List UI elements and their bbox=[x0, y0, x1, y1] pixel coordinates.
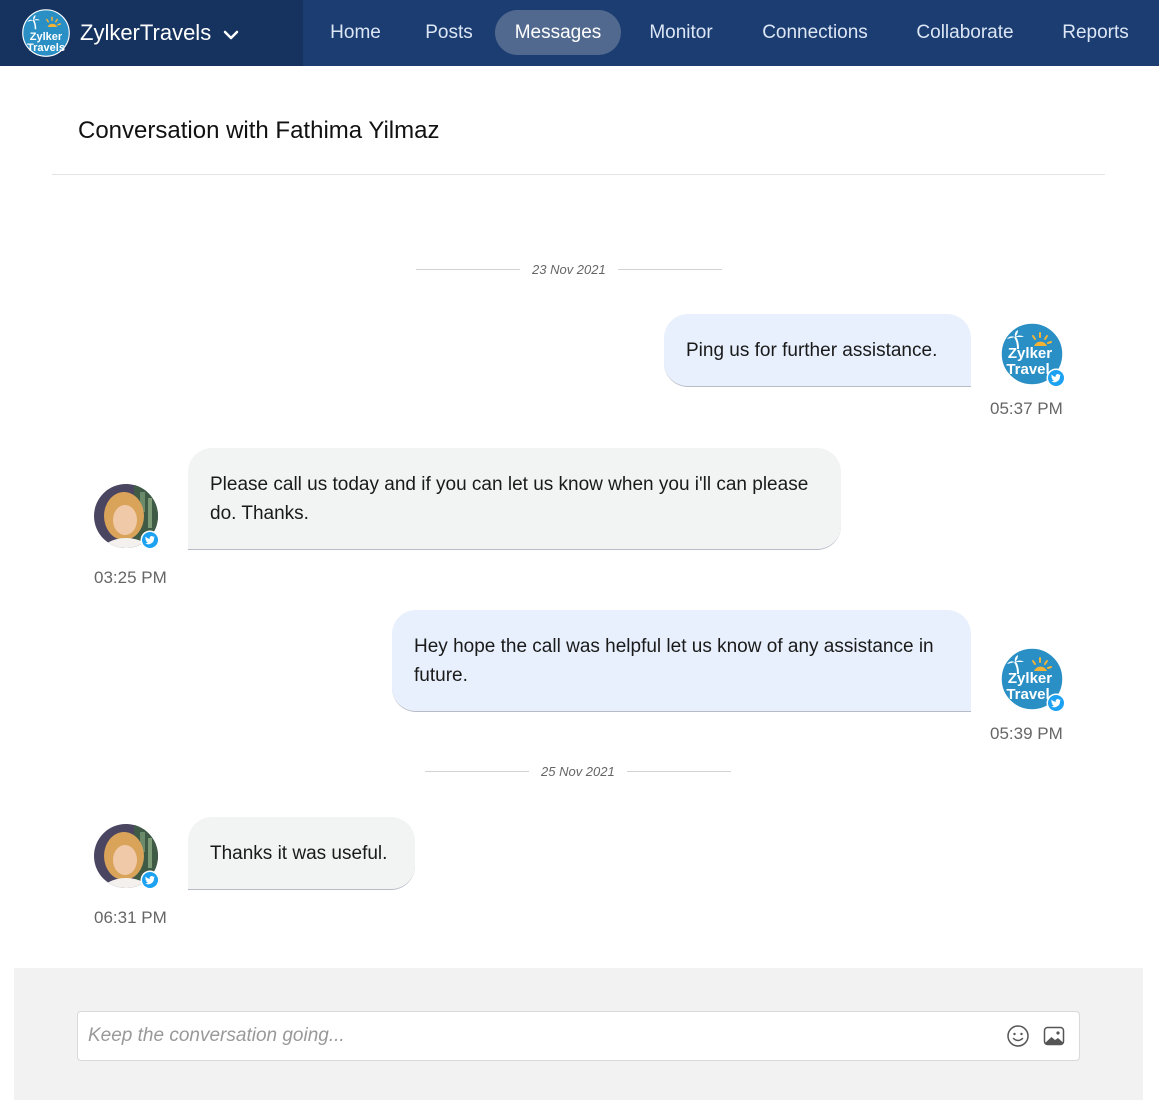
svg-text:Zylker: Zylker bbox=[1008, 345, 1052, 362]
chevron-down-icon bbox=[223, 30, 239, 40]
message-text: Please call us today and if you can let … bbox=[210, 474, 809, 524]
nav-monitor[interactable]: Monitor bbox=[632, 10, 730, 55]
brand-logo-text-2: Travels bbox=[27, 42, 65, 54]
twitter-icon bbox=[1046, 368, 1066, 388]
nav-messages[interactable]: Messages bbox=[495, 10, 621, 55]
brand-avatar: Zylker Travel bbox=[1000, 647, 1066, 713]
message-text: Hey hope the call was helpful let us kno… bbox=[414, 636, 934, 686]
brand-logo-icon: Zylker Travels bbox=[22, 9, 70, 57]
twitter-icon bbox=[140, 530, 160, 550]
top-navigation-bar: Zylker Travels ZylkerTravels Home Posts … bbox=[0, 0, 1159, 66]
nav-reports[interactable]: Reports bbox=[1048, 10, 1143, 55]
emoji-icon[interactable] bbox=[1006, 1024, 1030, 1048]
message-time: 05:37 PM bbox=[990, 399, 1063, 418]
brand-avatar: Zylker Travel bbox=[1000, 322, 1066, 388]
svg-text:Travel: Travel bbox=[1006, 686, 1049, 703]
divider-line bbox=[626, 771, 731, 772]
divider-line bbox=[425, 771, 529, 772]
title-divider bbox=[52, 174, 1105, 175]
nav-home[interactable]: Home bbox=[318, 10, 393, 55]
incoming-message-bubble: Thanks it was useful. bbox=[188, 817, 415, 890]
contact-avatar bbox=[94, 824, 160, 890]
date-label: 25 Nov 2021 bbox=[541, 764, 615, 779]
nav-collaborate[interactable]: Collaborate bbox=[900, 10, 1030, 55]
message-time: 06:31 PM bbox=[94, 908, 167, 927]
twitter-icon bbox=[1046, 693, 1066, 713]
message-text: Ping us for further assistance. bbox=[686, 340, 938, 361]
outgoing-message-bubble: Ping us for further assistance. bbox=[664, 314, 971, 387]
message-text: Thanks it was useful. bbox=[210, 843, 388, 864]
twitter-icon bbox=[140, 870, 160, 890]
nav-connections[interactable]: Connections bbox=[746, 10, 884, 55]
contact-avatar bbox=[94, 484, 160, 550]
image-attach-icon[interactable] bbox=[1042, 1024, 1066, 1048]
message-time: 05:39 PM bbox=[990, 724, 1063, 743]
outgoing-message-bubble: Hey hope the call was helpful let us kno… bbox=[392, 610, 971, 712]
svg-text:Zylker: Zylker bbox=[1008, 670, 1052, 687]
reply-input[interactable] bbox=[88, 1012, 988, 1060]
page-title: Conversation with Fathima Yilmaz bbox=[78, 117, 440, 144]
incoming-message-bubble: Please call us today and if you can let … bbox=[188, 448, 841, 550]
svg-text:Travel: Travel bbox=[1006, 361, 1049, 378]
divider-line bbox=[416, 269, 520, 270]
brand-switcher[interactable]: Zylker Travels ZylkerTravels bbox=[0, 0, 303, 66]
date-label: 23 Nov 2021 bbox=[532, 262, 606, 277]
divider-line bbox=[617, 269, 722, 270]
reply-composer bbox=[77, 1011, 1080, 1061]
message-time: 03:25 PM bbox=[94, 568, 167, 587]
date-separator: 23 Nov 2021 bbox=[416, 262, 722, 277]
date-separator: 25 Nov 2021 bbox=[425, 764, 731, 779]
nav-posts[interactable]: Posts bbox=[412, 10, 486, 55]
brand-name: ZylkerTravels bbox=[80, 20, 212, 45]
